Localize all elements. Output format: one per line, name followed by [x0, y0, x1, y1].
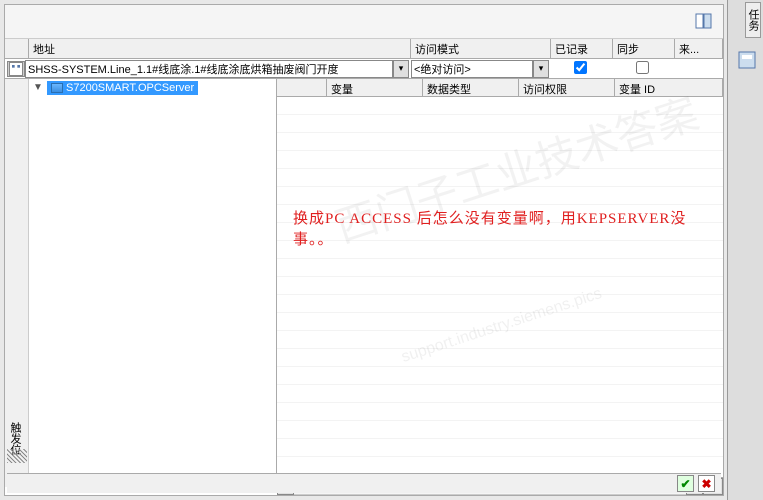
access-mode-input[interactable]	[411, 60, 533, 78]
address-picker-icon[interactable]	[7, 61, 25, 77]
right-sidebar: 任务	[727, 0, 763, 500]
toolbar	[5, 5, 723, 39]
tree-panel: ▼ S7200SMART.OPCServer 触发位	[5, 79, 277, 487]
header-sync[interactable]: 同步	[613, 39, 675, 58]
address-input[interactable]	[25, 60, 393, 78]
grid-header-varid[interactable]: 变量 ID	[615, 79, 723, 96]
watermark-url: support.industry.siemens.pics	[399, 285, 604, 367]
view-toggle-icon[interactable]	[695, 13, 713, 29]
header-source[interactable]: 来...	[675, 39, 723, 58]
grid-header-variable[interactable]: 变量	[327, 79, 423, 96]
grid-header-datatype[interactable]: 数据类型	[423, 79, 519, 96]
grid-panel: 变量 数据类型 访问权限 变量 ID 西门子工业技术答案 support.ind…	[277, 79, 723, 487]
address-dropdown-icon[interactable]: ▾	[393, 60, 409, 78]
resize-handle-icon[interactable]	[7, 449, 27, 463]
grid-header-spacer	[277, 79, 327, 96]
header-logged[interactable]: 已记录	[551, 39, 613, 58]
tree-item-opcserver[interactable]: S7200SMART.OPCServer	[47, 81, 198, 95]
annotation-text: 换成PC ACCESS 后怎么没有变量啊，用KEPSERVER没事。。	[293, 207, 723, 249]
column-header-row: 地址 访问模式 已记录 同步 来...	[5, 39, 723, 59]
header-address[interactable]: 地址	[29, 39, 411, 58]
grid-header-row: 变量 数据类型 访问权限 变量 ID	[277, 79, 723, 97]
tree-item-label: S7200SMART.OPCServer	[66, 82, 194, 94]
tasks-tab[interactable]: 任务	[745, 2, 761, 38]
input-row: ▾ ▾	[5, 59, 723, 79]
logged-checkbox[interactable]	[574, 61, 587, 74]
footer-bar: ✔ ✖	[7, 473, 721, 493]
sidebar-tool-icon[interactable]	[737, 50, 757, 70]
header-access-mode[interactable]: 访问模式	[411, 39, 551, 58]
main-window: 地址 访问模式 已记录 同步 来... ▾ ▾ ▼ S7200SMART.OPC…	[4, 4, 724, 496]
grid-body[interactable]: 西门子工业技术答案 support.industry.siemens.pics …	[277, 97, 723, 467]
ok-button[interactable]: ✔	[677, 475, 694, 492]
access-mode-dropdown-icon[interactable]: ▾	[533, 60, 549, 78]
server-icon	[51, 83, 63, 93]
header-spacer	[5, 39, 29, 58]
sync-checkbox[interactable]	[636, 61, 649, 74]
cancel-button[interactable]: ✖	[698, 475, 715, 492]
tree-collapse-icon[interactable]: ▼	[33, 82, 43, 93]
main-area: ▼ S7200SMART.OPCServer 触发位 变量 数据类型 访问权限 …	[5, 79, 723, 487]
grid-header-access[interactable]: 访问权限	[519, 79, 615, 96]
